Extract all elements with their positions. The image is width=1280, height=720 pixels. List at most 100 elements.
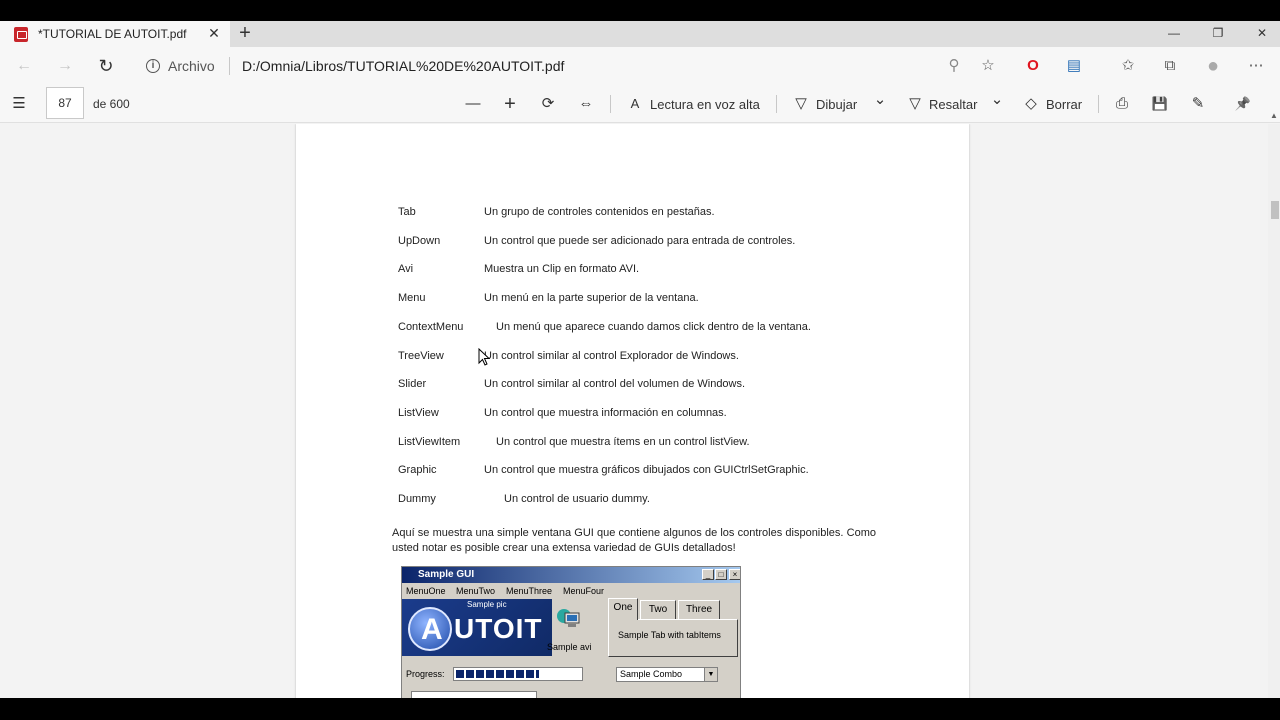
zoom-icon[interactable]: ⚲: [944, 56, 964, 76]
tab-title: *TUTORIAL DE AUTOIT.pdf: [38, 27, 187, 41]
control-description: Un control similar al control Explorador…: [484, 349, 739, 362]
sample-combo-value: Sample Combo: [620, 669, 683, 679]
favorites-icon[interactable]: ✩: [1118, 56, 1138, 76]
new-tab-button[interactable]: +: [234, 22, 256, 44]
draw-icon[interactable]: ▽: [790, 93, 812, 115]
highlight-button[interactable]: Resaltar: [929, 97, 977, 112]
sample-progress-fill: [456, 670, 539, 678]
sample-gui-image: Sample GUI _ □ × MenuOne MenuTwo MenuThr…: [401, 566, 741, 698]
control-description: Un control que puede ser adicionado para…: [484, 234, 796, 247]
control-description: Un control de usuario dummy.: [504, 493, 650, 505]
control-term: Slider: [398, 378, 427, 391]
rotate-icon[interactable]: ⟳: [537, 93, 559, 115]
sample-min-icon: _: [702, 569, 714, 580]
highlight-icon[interactable]: ▽: [904, 93, 926, 115]
sample-tab-content: Sample Tab with tabItems: [618, 630, 721, 640]
sample-gui-title: Sample GUI: [402, 567, 740, 583]
sample-combo: Sample Combo ▼: [616, 667, 718, 682]
mouse-cursor-icon: [478, 348, 490, 366]
sample-menubar: MenuOne MenuTwo MenuThree MenuFour: [402, 584, 740, 598]
sample-tab-one: One: [608, 598, 638, 620]
control-term: Graphic: [398, 464, 437, 477]
sample-close-icon: ×: [729, 569, 740, 580]
sample-max-icon: □: [715, 569, 727, 580]
sample-progress-label: Progress:: [406, 669, 445, 679]
zoom-in-icon[interactable]: +: [499, 93, 521, 115]
read-aloud-icon[interactable]: A: [624, 93, 646, 115]
pin-icon[interactable]: 📌: [1232, 93, 1254, 115]
save-as-icon[interactable]: ✎: [1187, 93, 1209, 115]
save-icon[interactable]: 💾: [1149, 93, 1171, 115]
profile-avatar-icon[interactable]: ●: [1203, 56, 1223, 76]
forward-button[interactable]: →: [53, 54, 77, 78]
bottom-black-bar: [0, 698, 1280, 720]
print-icon[interactable]: ⎙: [1111, 93, 1133, 115]
pdf-file-icon: [14, 26, 28, 42]
vertical-scrollbar[interactable]: ▲ ▼: [1268, 112, 1280, 698]
collections-icon[interactable]: ⧉: [1160, 56, 1180, 76]
pdf-viewer: Tab Un grupo de controles contenidos en p…: [0, 124, 1268, 698]
tab-strip: *TUTORIAL DE AUTOIT.pdf ✕ + — ❐ ✕: [0, 21, 1280, 47]
logo-text: UTOIT: [454, 613, 543, 644]
control-term: ListView: [398, 406, 439, 419]
site-label: Archivo: [168, 58, 215, 74]
draw-button[interactable]: Dibujar: [816, 97, 857, 112]
restore-button[interactable]: ❐: [1196, 21, 1240, 47]
sample-tab-panel: Sample Tab with tabItems: [608, 619, 738, 657]
control-description: Un menú en la parte superior de la venta…: [484, 292, 699, 305]
sample-edit: [411, 691, 537, 698]
chevron-down-icon: ▼: [704, 668, 717, 681]
sample-menu-item: MenuFour: [563, 586, 605, 596]
scrollbar-thumb[interactable]: [1271, 201, 1279, 219]
tab-pdf[interactable]: *TUTORIAL DE AUTOIT.pdf ✕: [0, 21, 230, 47]
control-description: Un control que muestra ítems en un contr…: [496, 435, 750, 448]
control-term: Tab: [398, 206, 416, 218]
sample-menu-item: MenuThree: [506, 586, 553, 596]
divider: [1098, 95, 1099, 113]
url-input[interactable]: D:/Omnia/Libros/TUTORIAL%20DE%20AUTOIT.p…: [242, 58, 564, 74]
back-button[interactable]: ←: [12, 54, 36, 78]
screen: *TUTORIAL DE AUTOIT.pdf ✕ + — ❐ ✕ ← → ↻ …: [0, 0, 1280, 720]
fit-page-icon[interactable]: ⇔: [575, 93, 597, 115]
draw-chevron-icon[interactable]: ⌄: [869, 89, 891, 111]
divider: [776, 95, 777, 113]
refresh-button[interactable]: ↻: [94, 54, 118, 78]
control-term: Menu: [398, 292, 426, 305]
extension-icon[interactable]: ▤: [1064, 56, 1084, 76]
pdf-page: Tab Un grupo de controles contenidos en p…: [296, 124, 969, 698]
control-term: TreeView: [398, 349, 444, 362]
tab-close-icon[interactable]: ✕: [206, 25, 222, 41]
control-term: ContextMenu: [398, 320, 464, 333]
minimize-button[interactable]: —: [1152, 21, 1196, 47]
sample-tab-two: Two: [640, 600, 676, 620]
page-number-input[interactable]: 87: [46, 87, 84, 119]
more-options-icon[interactable]: ⋯: [1246, 56, 1266, 76]
sample-menu-item: MenuOne: [406, 586, 446, 596]
body-paragraph: Aquí se muestra una simple ventana GUI q…: [392, 527, 876, 554]
highlight-chevron-icon[interactable]: ⌄: [986, 89, 1008, 111]
control-term: UpDown: [398, 234, 441, 247]
contents-icon[interactable]: ☰: [8, 93, 30, 115]
scroll-up-icon[interactable]: ▲: [1270, 112, 1278, 120]
control-term: Avi: [398, 263, 414, 276]
control-description: Muestra un Clip en formato AVI.: [484, 263, 640, 276]
eraser-icon[interactable]: ◇: [1020, 93, 1042, 115]
divider: [610, 95, 611, 113]
address-bar: ← → ↻ i Archivo D:/Omnia/Libros/TUTORIAL…: [0, 47, 1280, 85]
opera-extension-icon[interactable]: O: [1023, 56, 1043, 76]
control-description: Un grupo de controles contenidos en pest…: [484, 206, 715, 218]
favorite-star-icon[interactable]: ☆: [978, 56, 998, 76]
sample-pic-label: Sample pic: [467, 600, 507, 609]
zoom-out-icon[interactable]: —: [462, 93, 484, 115]
info-icon[interactable]: i: [146, 59, 160, 73]
read-aloud-button[interactable]: Lectura en voz alta: [650, 97, 760, 112]
control-term: Dummy: [398, 493, 436, 505]
control-description: Un menú que aparece cuando damos click d…: [496, 320, 811, 333]
erase-button[interactable]: Borrar: [1046, 97, 1082, 112]
page-total: de 600: [93, 97, 130, 111]
autoit-logo-icon: [408, 607, 452, 651]
close-window-button[interactable]: ✕: [1240, 21, 1280, 47]
sample-menu-item: MenuTwo: [456, 586, 496, 596]
avi-computer-icon: [557, 609, 580, 627]
sample-progress-bar: [453, 667, 583, 681]
